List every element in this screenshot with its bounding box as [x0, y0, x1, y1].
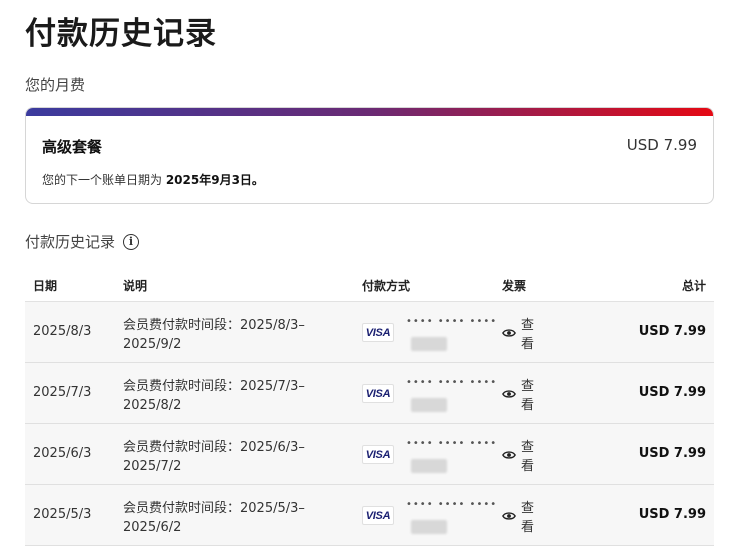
view-invoice-link[interactable]: 查看 — [521, 316, 537, 354]
next-billing-prefix: 您的下一个账单日期为 — [42, 173, 166, 187]
redacted-card-digits — [411, 520, 447, 534]
view-invoice-link[interactable]: 查看 — [521, 438, 537, 476]
row-description: 会员费付款时间段：2025/5/3–2025/6/2 — [123, 501, 305, 535]
plan-gradient-bar — [26, 108, 713, 116]
header-description: 说明 — [123, 279, 148, 293]
visa-card-icon: VISA — [362, 445, 394, 464]
visa-card-icon: VISA — [362, 506, 394, 525]
table-row: 2025/5/3 会员费付款时间段：2025/5/3–2025/6/2 VISA… — [25, 485, 714, 546]
row-total: USD 7.99 — [638, 446, 706, 461]
eye-icon[interactable] — [502, 509, 516, 523]
row-date: 2025/8/3 — [33, 324, 92, 339]
plan-card: 高级套餐 USD 7.99 您的下一个账单日期为 2025年9月3日。 — [25, 107, 714, 204]
row-date: 2025/5/3 — [33, 507, 92, 522]
header-total: 总计 — [681, 279, 706, 293]
row-date: 2025/7/3 — [33, 385, 92, 400]
header-date: 日期 — [33, 279, 58, 293]
plan-name: 高级套餐 — [42, 138, 103, 156]
next-billing-text: 您的下一个账单日期为 2025年9月3日。 — [42, 171, 264, 188]
card-brand: VISA — [365, 387, 391, 400]
eye-icon[interactable] — [502, 387, 516, 401]
row-description: 会员费付款时间段：2025/6/3–2025/7/2 — [123, 440, 305, 474]
payment-history-table: 日期 说明 付款方式 发票 总计 2025/8/3 会员费付款时间段：2025/… — [25, 266, 714, 546]
next-billing-date: 2025年9月3日。 — [165, 173, 264, 187]
view-invoice-link[interactable]: 查看 — [521, 499, 537, 537]
visa-card-icon: VISA — [362, 384, 394, 403]
payment-history-label: 付款历史记录 — [25, 233, 116, 251]
monthly-fee-label: 您的月费 — [25, 76, 86, 94]
card-number-mask: •••• •••• •••• — [406, 438, 498, 449]
payment-history-heading: 付款历史记录 i — [25, 231, 140, 252]
row-description: 会员费付款时间段：2025/7/3–2025/8/2 — [123, 379, 305, 413]
row-total: USD 7.99 — [638, 385, 706, 400]
card-brand: VISA — [365, 509, 391, 522]
plan-price: USD 7.99 — [626, 136, 697, 154]
card-brand: VISA — [365, 448, 391, 461]
info-icon[interactable]: i — [123, 233, 140, 250]
card-number-mask: •••• •••• •••• — [406, 316, 498, 327]
row-date: 2025/6/3 — [33, 446, 92, 461]
row-description: 会员费付款时间段：2025/8/3–2025/9/2 — [123, 318, 305, 352]
redacted-card-digits — [411, 459, 447, 473]
table-row: 2025/7/3 会员费付款时间段：2025/7/3–2025/8/2 VISA… — [25, 363, 714, 424]
page-title: 付款历史记录 — [25, 16, 217, 52]
eye-icon[interactable] — [502, 448, 516, 462]
card-number-mask: •••• •••• •••• — [406, 377, 498, 388]
redacted-card-digits — [411, 398, 447, 412]
redacted-card-digits — [411, 337, 447, 351]
table-header: 日期 说明 付款方式 发票 总计 — [25, 266, 714, 302]
visa-card-icon: VISA — [362, 323, 394, 342]
table-row: 2025/6/3 会员费付款时间段：2025/6/3–2025/7/2 VISA… — [25, 424, 714, 485]
view-invoice-link[interactable]: 查看 — [521, 377, 537, 415]
eye-icon[interactable] — [502, 326, 516, 340]
card-number-mask: •••• •••• •••• — [406, 499, 498, 510]
row-total: USD 7.99 — [638, 324, 706, 339]
header-invoice: 发票 — [502, 279, 527, 293]
card-brand: VISA — [365, 326, 391, 339]
header-payment-method: 付款方式 — [362, 279, 411, 293]
row-total: USD 7.99 — [638, 507, 706, 522]
table-row: 2025/8/3 会员费付款时间段：2025/8/3–2025/9/2 VISA… — [25, 302, 714, 363]
